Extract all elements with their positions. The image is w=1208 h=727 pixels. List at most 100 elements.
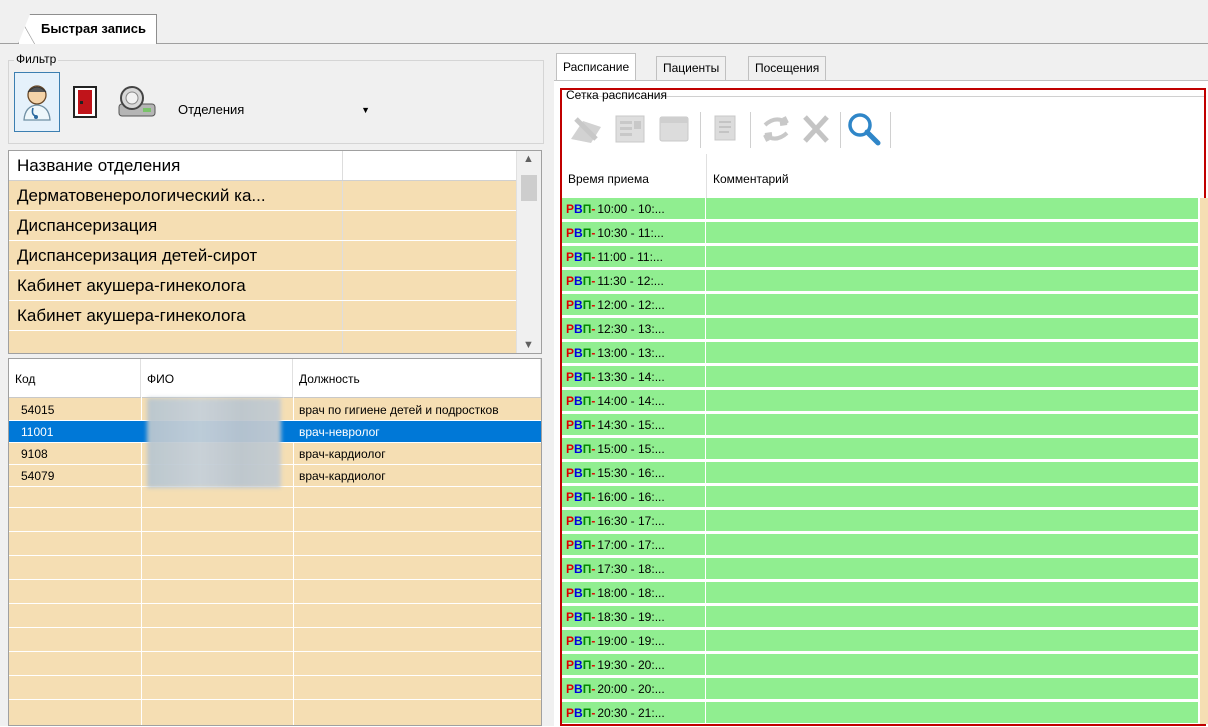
doctor-code: 54015 — [21, 403, 55, 417]
schedule-slot-row[interactable]: РВП- 11:00 - 11:... — [562, 246, 1198, 268]
scrollbar-thumb[interactable] — [521, 175, 537, 201]
schedule-slot-row[interactable]: РВП- 18:00 - 18:... — [562, 582, 1198, 604]
record-card-button[interactable] — [610, 110, 650, 148]
slot-comment-cell[interactable] — [707, 198, 1198, 219]
slot-time: 20:00 - 20:... — [597, 682, 665, 696]
department-row[interactable]: Кабинет акушера-гинеколога — [9, 271, 517, 301]
doctor-position: врач-кардиолог — [299, 469, 386, 483]
schedule-slot-row[interactable]: РВП- 14:30 - 15:... — [562, 414, 1198, 436]
department-row[interactable]: Диспансеризация — [9, 211, 517, 241]
comment-column-header[interactable]: Комментарий — [707, 154, 1198, 198]
slot-flag-r: Р — [566, 346, 575, 360]
edit-button[interactable] — [566, 110, 606, 148]
fio-column-header[interactable]: ФИО — [141, 359, 293, 397]
slot-time-cell: РВП- 15:30 - 16:... — [562, 462, 706, 483]
slot-comment-cell[interactable] — [707, 510, 1198, 531]
schedule-slot-row[interactable]: РВП- 17:00 - 17:... — [562, 534, 1198, 556]
search-filter-button[interactable] — [114, 72, 160, 132]
slot-time: 10:00 - 10:... — [597, 202, 665, 216]
tab-quick-booking[interactable]: Быстрая запись — [18, 14, 157, 44]
slot-comment-cell[interactable] — [707, 534, 1198, 555]
position-column-header[interactable]: Должность — [293, 359, 541, 397]
slot-comment-cell[interactable] — [707, 294, 1198, 315]
schedule-slot-row[interactable]: РВП- 18:30 - 19:... — [562, 606, 1198, 628]
schedule-slot-row[interactable]: РВП- 19:00 - 19:... — [562, 630, 1198, 652]
filter-type-select[interactable]: Отделения ▼ — [170, 98, 380, 122]
slot-flag-v: В — [574, 562, 583, 576]
schedule-slot-row[interactable]: РВП- 14:00 - 14:... — [562, 390, 1198, 412]
slot-comment-cell[interactable] — [707, 582, 1198, 603]
search-button[interactable] — [844, 110, 884, 148]
slot-comment-cell[interactable] — [707, 222, 1198, 243]
schedule-slot-row[interactable]: РВП- 11:30 - 12:... — [562, 270, 1198, 292]
schedule-slot-row[interactable]: РВП- 13:30 - 14:... — [562, 366, 1198, 388]
delete-button[interactable] — [796, 110, 836, 148]
schedule-slot-row[interactable]: РВП- 12:00 - 12:... — [562, 294, 1198, 316]
slot-comment-cell[interactable] — [707, 438, 1198, 459]
department-row-partial[interactable] — [9, 331, 517, 353]
slot-comment-cell[interactable] — [707, 366, 1198, 387]
department-row[interactable]: Дерматовенерологический ка... — [9, 181, 517, 211]
schedule-slot-row[interactable]: РВП- 15:00 - 15:... — [562, 438, 1198, 460]
slot-flag-v: В — [574, 202, 583, 216]
door-icon — [73, 86, 97, 118]
code-column-header[interactable]: Код — [9, 359, 141, 397]
department-row[interactable]: Кабинет акушера-гинеколога — [9, 301, 517, 331]
schedule-slot-row[interactable]: РВП- 17:30 - 18:... — [562, 558, 1198, 580]
schedule-slot-row[interactable]: РВП- 10:30 - 11:... — [562, 222, 1198, 244]
department-row[interactable]: Диспансеризация детей-сирот — [9, 241, 517, 271]
slot-flag-v: В — [574, 706, 583, 720]
schedule-slot-row[interactable]: РВП- 15:30 - 16:... — [562, 462, 1198, 484]
calendar-button[interactable] — [654, 110, 694, 148]
departments-scrollbar[interactable]: ▲ ▼ — [516, 151, 541, 353]
schedule-slot-row[interactable]: РВП- 20:30 - 21:... — [562, 702, 1198, 724]
time-column-header[interactable]: Время приема — [562, 154, 707, 198]
slot-flag-dash: - — [591, 466, 596, 480]
slot-comment-cell[interactable] — [707, 462, 1198, 483]
refresh-button[interactable] — [756, 110, 796, 148]
doctor-filter-button[interactable] — [14, 72, 60, 132]
slot-comment-cell[interactable] — [707, 270, 1198, 291]
schedule-slot-row[interactable]: РВП- 13:00 - 13:... — [562, 342, 1198, 364]
slot-comment-cell[interactable] — [707, 702, 1198, 723]
slot-comment-cell[interactable] — [707, 678, 1198, 699]
doctor-code: 54079 — [21, 469, 55, 483]
slot-comment-cell[interactable] — [707, 606, 1198, 627]
slot-flag-r: Р — [566, 634, 575, 648]
schedule-slot-row[interactable]: РВП- 10:00 - 10:... — [562, 198, 1198, 220]
slot-comment-cell[interactable] — [707, 414, 1198, 435]
slot-comment-cell[interactable] — [707, 318, 1198, 339]
schedule-slot-row[interactable]: РВП- 19:30 - 20:... — [562, 654, 1198, 676]
schedule-slot-row[interactable]: РВП- 12:30 - 13:... — [562, 318, 1198, 340]
slot-comment-cell[interactable] — [707, 246, 1198, 267]
slot-time-cell: РВП- 17:30 - 18:... — [562, 558, 706, 579]
slot-flag-dash: - — [591, 298, 596, 312]
slot-flag-r: Р — [566, 562, 575, 576]
redacted-fio-block — [147, 398, 281, 488]
slot-time: 12:00 - 12:... — [597, 298, 665, 312]
tab-visits[interactable]: Посещения — [748, 56, 827, 80]
doctors-header: Код ФИО Должность — [9, 359, 541, 398]
print-list-button[interactable] — [704, 110, 744, 148]
slot-comment-cell[interactable] — [707, 558, 1198, 579]
scroll-down-icon[interactable]: ▼ — [523, 339, 534, 351]
slot-flag-v: В — [574, 466, 583, 480]
slot-flag-r: Р — [566, 394, 575, 408]
schedule-slot-row[interactable]: РВП- 16:30 - 17:... — [562, 510, 1198, 532]
slot-comment-cell[interactable] — [707, 390, 1198, 411]
slot-comment-cell[interactable] — [707, 630, 1198, 651]
schedule-slot-row[interactable]: РВП- 20:00 - 20:... — [562, 678, 1198, 700]
slot-comment-cell[interactable] — [707, 342, 1198, 363]
slot-flag-dash: - — [591, 514, 596, 528]
slot-comment-cell[interactable] — [707, 654, 1198, 675]
tab-schedule[interactable]: Расписание — [556, 53, 637, 81]
department-filter-button[interactable] — [62, 72, 108, 132]
scroll-up-icon[interactable]: ▲ — [523, 153, 534, 165]
tab-patients[interactable]: Пациенты — [656, 56, 727, 80]
slot-comment-cell[interactable] — [707, 486, 1198, 507]
slot-flag-r: Р — [566, 298, 575, 312]
department-name: Диспансеризация детей-сирот — [9, 241, 343, 270]
slot-flag-v: В — [574, 274, 583, 288]
departments-header[interactable]: Название отделения — [9, 151, 517, 181]
schedule-slot-row[interactable]: РВП- 16:00 - 16:... — [562, 486, 1198, 508]
